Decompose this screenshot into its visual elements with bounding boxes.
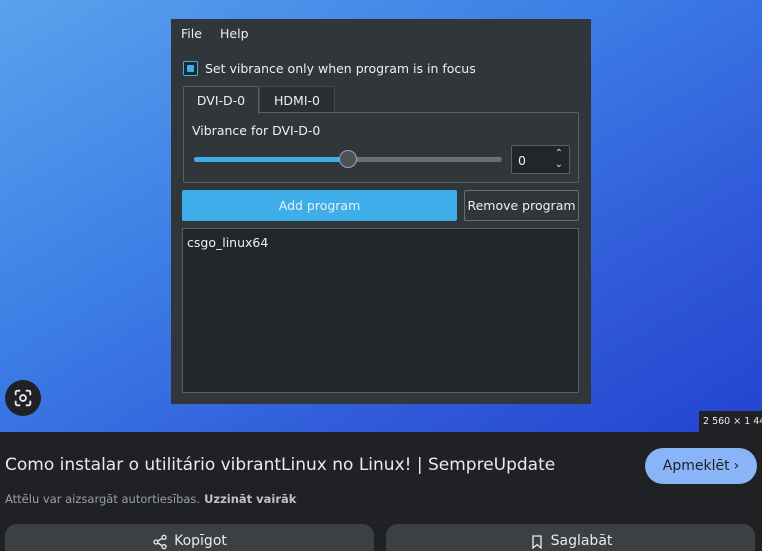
spin-down-icon[interactable]: ⌄ <box>552 159 566 171</box>
add-program-button[interactable]: Add program <box>182 190 457 221</box>
menubar: File Help <box>171 19 591 47</box>
tab-dvi-d-0[interactable]: DVI-D-0 <box>183 86 259 114</box>
spinbox-value[interactable]: 0 <box>518 153 526 168</box>
vibrance-spinbox[interactable]: 0 ⌃ ⌄ <box>511 145 570 174</box>
share-icon <box>153 534 167 550</box>
copyright-notice: Attēlu var aizsargāt autortiesības. Uzzin… <box>5 492 296 506</box>
checkbox-checked-mark <box>187 65 194 72</box>
vibrance-panel: Vibrance for DVI-D-0 0 ⌃ ⌄ <box>183 112 579 183</box>
vibrance-label: Vibrance for DVI-D-0 <box>192 123 321 138</box>
program-list[interactable]: csgo_linux64 <box>182 228 579 393</box>
remove-program-button[interactable]: Remove program <box>464 190 579 221</box>
tab-hdmi-0[interactable]: HDMI-0 <box>259 86 335 113</box>
slider-handle[interactable] <box>339 150 357 168</box>
list-item[interactable]: csgo_linux64 <box>187 235 268 250</box>
image-title[interactable]: Como instalar o utilitário vibrantLinux … <box>5 455 555 475</box>
learn-more-link[interactable]: Uzzināt vairāk <box>204 492 296 506</box>
share-button-label: Kopīgot <box>174 533 227 549</box>
chevron-right-icon: › <box>733 458 740 474</box>
vibrantlinux-window: File Help Set vibrance only when program… <box>171 19 591 404</box>
copyright-text: Attēlu var aizsargāt autortiesības. <box>5 492 201 506</box>
lens-icon <box>14 389 32 407</box>
share-button[interactable]: Kopīgot <box>5 524 374 551</box>
lens-button[interactable] <box>5 380 41 416</box>
image-preview[interactable]: File Help Set vibrance only when program… <box>0 0 762 432</box>
focus-checkbox[interactable] <box>183 61 198 76</box>
slider-fill <box>194 157 348 162</box>
menu-help[interactable]: Help <box>220 26 249 41</box>
image-size-badge: 2 560 × 1 44 <box>699 411 762 432</box>
bookmark-icon <box>531 535 542 550</box>
focus-checkbox-label: Set vibrance only when program is in foc… <box>205 61 476 76</box>
save-button-label: Saglabāt <box>550 533 613 549</box>
visit-button-label: Apmeklēt <box>662 458 730 474</box>
menu-file[interactable]: File <box>181 26 202 41</box>
save-button[interactable]: Saglabāt <box>386 524 755 551</box>
visit-button[interactable]: Apmeklēt › <box>645 448 757 484</box>
